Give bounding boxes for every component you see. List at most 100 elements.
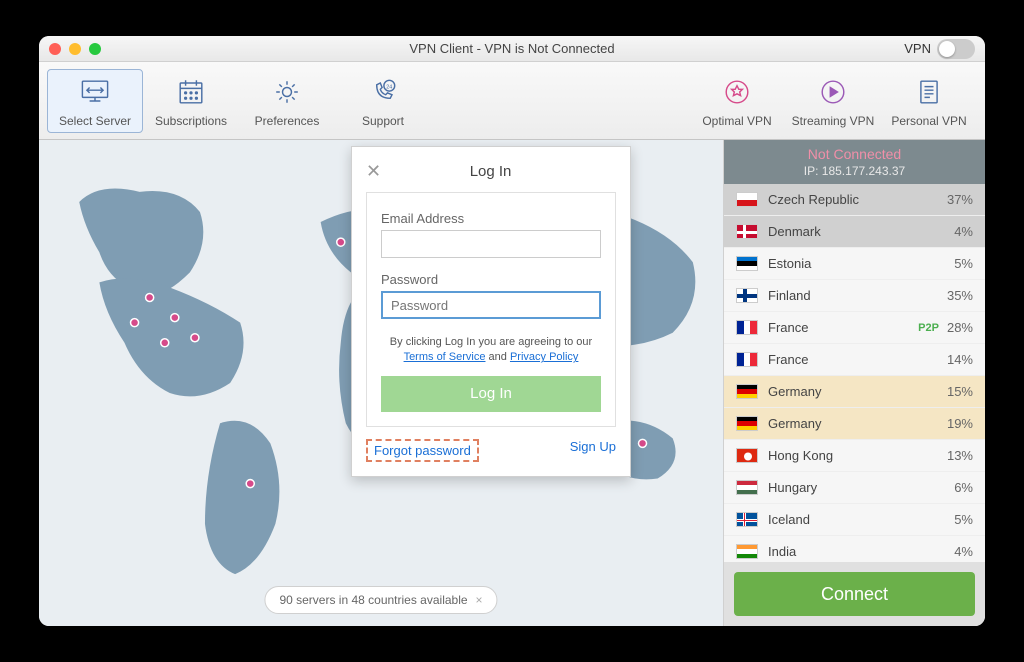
server-name: Estonia xyxy=(768,256,954,271)
vpn-toggle[interactable]: VPN xyxy=(904,39,975,59)
server-row[interactable]: Denmark4% xyxy=(724,216,985,248)
server-load: 15% xyxy=(947,384,973,399)
tab-label: Optimal VPN xyxy=(702,114,771,128)
calendar-icon xyxy=(173,74,209,110)
server-load: 4% xyxy=(954,544,973,559)
flag-icon xyxy=(736,192,758,207)
tab-personal-vpn[interactable]: Personal VPN xyxy=(881,69,977,133)
status-text: Not Connected xyxy=(724,146,985,162)
tab-label: Select Server xyxy=(59,114,131,128)
server-row[interactable]: FranceP2P 28% xyxy=(724,312,985,344)
main: 90 servers in 48 countries available × ✕… xyxy=(39,140,985,626)
flag-icon xyxy=(736,352,758,367)
email-label: Email Address xyxy=(381,211,601,226)
map[interactable]: 90 servers in 48 countries available × ✕… xyxy=(39,140,723,626)
server-name: Denmark xyxy=(768,224,954,239)
flag-icon xyxy=(736,416,758,431)
server-row[interactable]: Iceland5% xyxy=(724,504,985,536)
flag-icon xyxy=(736,544,758,559)
forgot-password-link[interactable]: Forgot password xyxy=(366,439,479,462)
server-list[interactable]: Czech Republic37%Denmark4%Estonia5%Finla… xyxy=(724,184,985,562)
server-load: 28% xyxy=(947,320,973,335)
tab-support[interactable]: 24 Support xyxy=(335,69,431,133)
server-row[interactable]: France14% xyxy=(724,344,985,376)
server-load: 4% xyxy=(954,224,973,239)
ip-text: IP: 185.177.243.37 xyxy=(724,164,985,178)
close-badge-icon[interactable]: × xyxy=(476,593,483,607)
server-name: Iceland xyxy=(768,512,954,527)
connect-button[interactable]: Connect xyxy=(734,572,975,616)
server-name: Hong Kong xyxy=(768,448,947,463)
flag-icon xyxy=(736,288,758,303)
svg-text:24: 24 xyxy=(386,84,392,90)
star-badge-icon xyxy=(719,74,755,110)
email-field[interactable] xyxy=(381,230,601,258)
tab-label: Personal VPN xyxy=(891,114,966,128)
agree-text: By clicking Log In you are agreeing to o… xyxy=(381,335,601,366)
flag-icon xyxy=(736,320,758,335)
server-name: India xyxy=(768,544,954,559)
server-name: Hungary xyxy=(768,480,954,495)
tab-optimal-vpn[interactable]: Optimal VPN xyxy=(689,69,785,133)
p2p-badge: P2P xyxy=(918,322,939,334)
password-field[interactable] xyxy=(381,291,601,319)
modal-title: Log In xyxy=(365,163,616,180)
flag-icon xyxy=(736,224,758,239)
sidebar: Not Connected IP: 185.177.243.37 Czech R… xyxy=(723,140,985,626)
toolbar: Select Server Subscriptions Preferences … xyxy=(39,62,985,140)
server-load: 19% xyxy=(947,416,973,431)
privacy-link[interactable]: Privacy Policy xyxy=(510,351,578,363)
flag-icon xyxy=(736,448,758,463)
server-load: 5% xyxy=(954,256,973,271)
document-icon xyxy=(911,74,947,110)
gear-icon xyxy=(269,74,305,110)
server-name: Czech Republic xyxy=(768,192,947,207)
server-load: 6% xyxy=(954,480,973,495)
server-row[interactable]: Hong Kong13% xyxy=(724,440,985,472)
server-name: France xyxy=(768,352,947,367)
status-panel: Not Connected IP: 185.177.243.37 xyxy=(724,140,985,184)
server-name: France xyxy=(768,320,918,335)
tab-select-server[interactable]: Select Server xyxy=(47,69,143,133)
server-name: Germany xyxy=(768,416,947,431)
flag-icon xyxy=(736,384,758,399)
server-row[interactable]: Germany19% xyxy=(724,408,985,440)
server-load: 35% xyxy=(947,288,973,303)
server-load: 37% xyxy=(947,192,973,207)
flag-icon xyxy=(736,256,758,271)
server-row[interactable]: Estonia5% xyxy=(724,248,985,280)
signup-link[interactable]: Sign Up xyxy=(570,439,616,462)
server-name: Finland xyxy=(768,288,947,303)
server-name: Germany xyxy=(768,384,947,399)
phone-24-icon: 24 xyxy=(365,74,401,110)
tab-preferences[interactable]: Preferences xyxy=(239,69,335,133)
server-load: 14% xyxy=(947,352,973,367)
titlebar: VPN Client - VPN is Not Connected VPN xyxy=(39,36,985,62)
server-row[interactable]: Czech Republic37% xyxy=(724,184,985,216)
server-load: 5% xyxy=(954,512,973,527)
tab-label: Subscriptions xyxy=(155,114,227,128)
login-modal: ✕ Log In Email Address Password By click… xyxy=(351,146,631,477)
server-row[interactable]: India4% xyxy=(724,536,985,562)
server-count-text: 90 servers in 48 countries available xyxy=(279,593,467,607)
switch-icon[interactable] xyxy=(937,39,975,59)
play-badge-icon xyxy=(815,74,851,110)
tos-link[interactable]: Terms of Service xyxy=(404,351,486,363)
monitor-arrows-icon xyxy=(77,74,113,110)
server-row[interactable]: Finland35% xyxy=(724,280,985,312)
server-row[interactable]: Germany15% xyxy=(724,376,985,408)
password-label: Password xyxy=(381,272,601,287)
tab-subscriptions[interactable]: Subscriptions xyxy=(143,69,239,133)
login-button[interactable]: Log In xyxy=(381,376,601,412)
server-row[interactable]: Hungary6% xyxy=(724,472,985,504)
window-title: VPN Client - VPN is Not Connected xyxy=(39,41,985,56)
flag-icon xyxy=(736,480,758,495)
tab-label: Support xyxy=(362,114,404,128)
vpn-toggle-label: VPN xyxy=(904,41,931,56)
app-window: VPN Client - VPN is Not Connected VPN Se… xyxy=(39,36,985,626)
tab-streaming-vpn[interactable]: Streaming VPN xyxy=(785,69,881,133)
server-load: 13% xyxy=(947,448,973,463)
tab-label: Streaming VPN xyxy=(792,114,875,128)
tab-label: Preferences xyxy=(255,114,320,128)
flag-icon xyxy=(736,512,758,527)
